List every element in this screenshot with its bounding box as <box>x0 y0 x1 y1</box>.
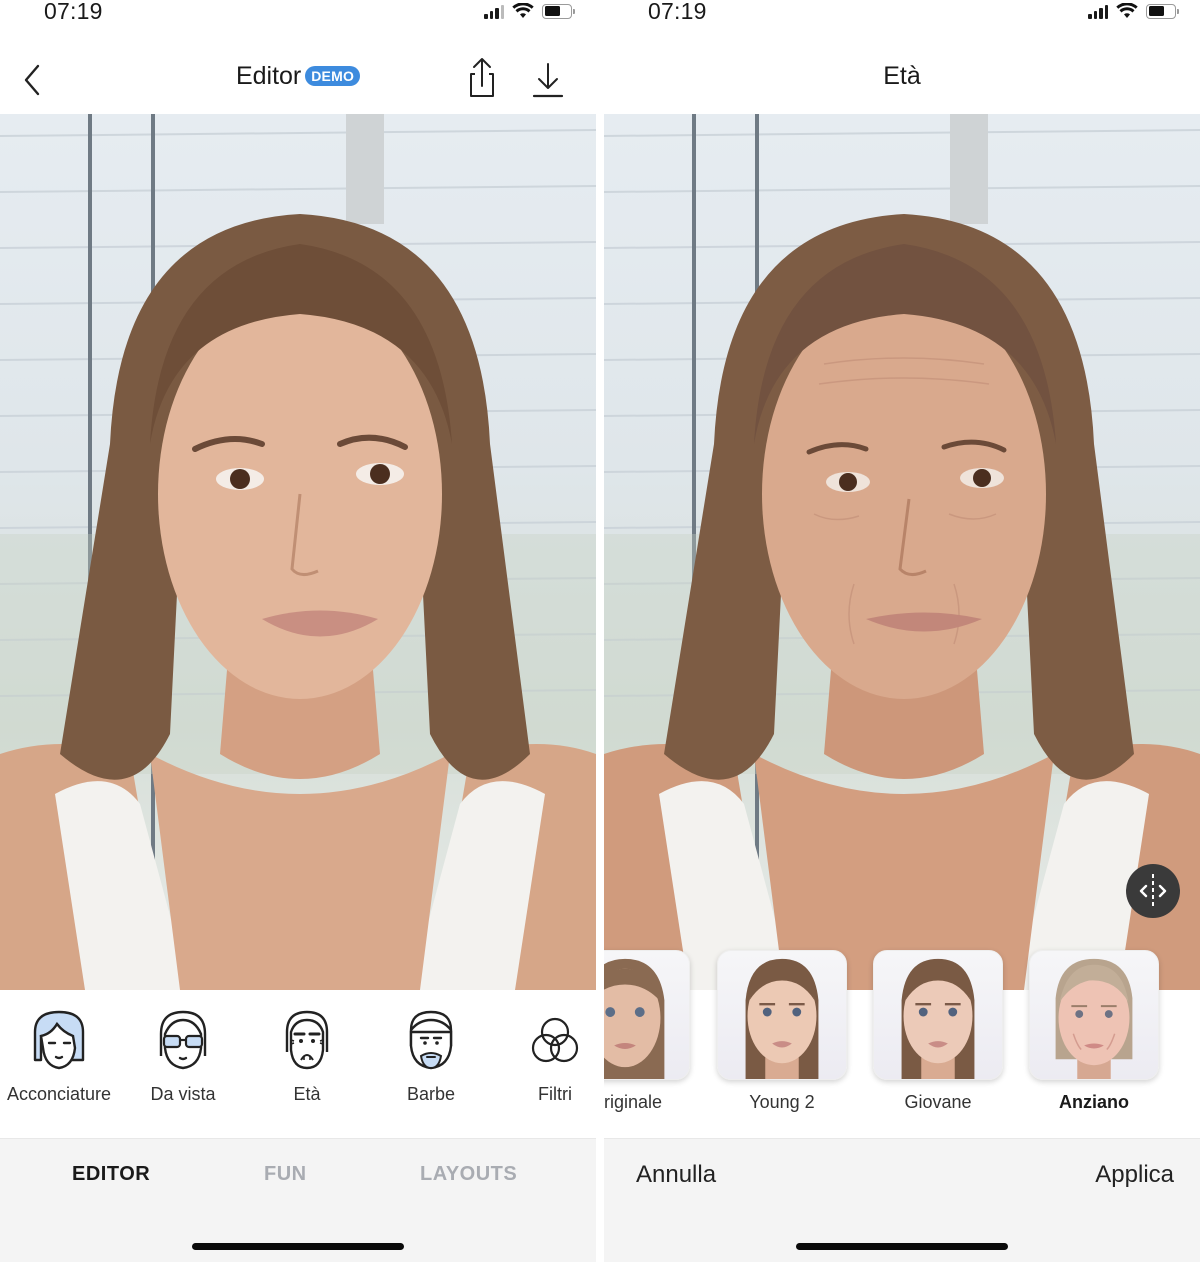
tab-layouts[interactable]: LAYOUTS <box>420 1163 517 1186</box>
download-icon[interactable] <box>530 60 566 100</box>
page-title: Editor DEMO <box>0 62 596 91</box>
title-text: Editor <box>235 62 302 90</box>
nav-bar: Età <box>604 48 1200 112</box>
preset-label: Young 2 <box>749 1092 815 1112</box>
preset-thumbnail <box>1029 950 1159 1080</box>
tool-filtri[interactable]: Filtri <box>493 1006 596 1105</box>
face-thumbnail-image <box>745 958 819 1079</box>
photo-original[interactable] <box>0 114 596 990</box>
aged-portrait-image <box>604 114 1200 990</box>
tool-label: Da vista <box>150 1084 216 1104</box>
preset-originale[interactable]: riginale <box>604 950 690 1113</box>
panel-divider <box>596 0 604 1262</box>
preset-label: Anziano <box>1059 1092 1129 1112</box>
cellular-signal-icon <box>1088 4 1108 19</box>
hairstyle-face-icon <box>33 1010 85 1070</box>
tool-acconciature[interactable]: Acconciature <box>0 1006 121 1105</box>
wifi-icon <box>512 3 534 18</box>
editor-screen: 07:19 Editor DEMO Acconciature Da vista … <box>0 0 596 1262</box>
age-screen: 07:19 Età riginale Young 2 Giovane Anzia… <box>604 0 1200 1262</box>
cellular-signal-icon <box>484 4 504 19</box>
status-time: 07:19 <box>44 0 103 24</box>
status-icons <box>484 3 575 19</box>
tool-barbe[interactable]: Barbe <box>369 1006 493 1105</box>
beard-face-icon <box>409 1010 453 1070</box>
tab-editor[interactable]: EDITOR <box>72 1163 150 1186</box>
preset-thumbnail <box>873 950 1003 1080</box>
apply-button[interactable]: Applica <box>1095 1161 1174 1189</box>
tool-label: Filtri <box>538 1084 572 1104</box>
tool-label: Età <box>293 1084 321 1104</box>
status-icons <box>1088 3 1179 19</box>
face-thumbnail-image <box>901 958 975 1079</box>
tool-da-vista[interactable]: Da vista <box>121 1006 245 1105</box>
old-face-icon <box>285 1010 329 1070</box>
status-bar: 07:19 <box>0 0 596 30</box>
tool-label: Barbe <box>406 1084 456 1104</box>
preset-label: riginale <box>604 1092 663 1112</box>
cancel-button[interactable]: Annulla <box>636 1161 716 1189</box>
age-action-bar: Annulla Applica <box>604 1138 1200 1262</box>
preset-giovane[interactable]: Giovane <box>873 950 1003 1113</box>
status-time: 07:19 <box>648 0 707 24</box>
status-bar: 07:19 <box>604 0 1200 30</box>
compare-slider-button[interactable] <box>1126 864 1180 918</box>
wifi-icon <box>1116 3 1138 18</box>
preset-thumbnail <box>717 950 847 1080</box>
glasses-face-icon <box>159 1010 207 1070</box>
editor-tools-row: Acconciature Da vista Età Barbe Filtri <box>0 990 596 1136</box>
battery-icon <box>1146 3 1179 19</box>
home-indicator[interactable] <box>192 1243 404 1250</box>
photo-aged[interactable] <box>604 114 1200 990</box>
filters-circles-icon <box>531 1017 579 1063</box>
tool-label: Acconciature <box>6 1084 112 1104</box>
preset-label: Giovane <box>904 1092 972 1112</box>
portrait-image <box>0 114 596 990</box>
face-thumbnail-image <box>604 958 665 1079</box>
nav-bar: Editor DEMO <box>0 48 596 112</box>
compare-slider-icon <box>1139 874 1167 908</box>
editor-tab-bar: EDITOR FUN LAYOUTS <box>0 1138 596 1262</box>
battery-icon <box>542 3 575 19</box>
preset-young-2[interactable]: Young 2 <box>717 950 847 1113</box>
preset-thumbnail <box>604 950 690 1080</box>
demo-badge: DEMO <box>305 66 361 86</box>
share-icon[interactable] <box>464 56 500 100</box>
home-indicator[interactable] <box>796 1243 1008 1250</box>
tab-fun[interactable]: FUN <box>264 1163 307 1186</box>
tool-eta[interactable]: Età <box>245 1006 369 1105</box>
face-thumbnail-image <box>1055 958 1133 1079</box>
page-title: Età <box>883 62 921 90</box>
preset-anziano[interactable]: Anziano <box>1029 950 1159 1113</box>
